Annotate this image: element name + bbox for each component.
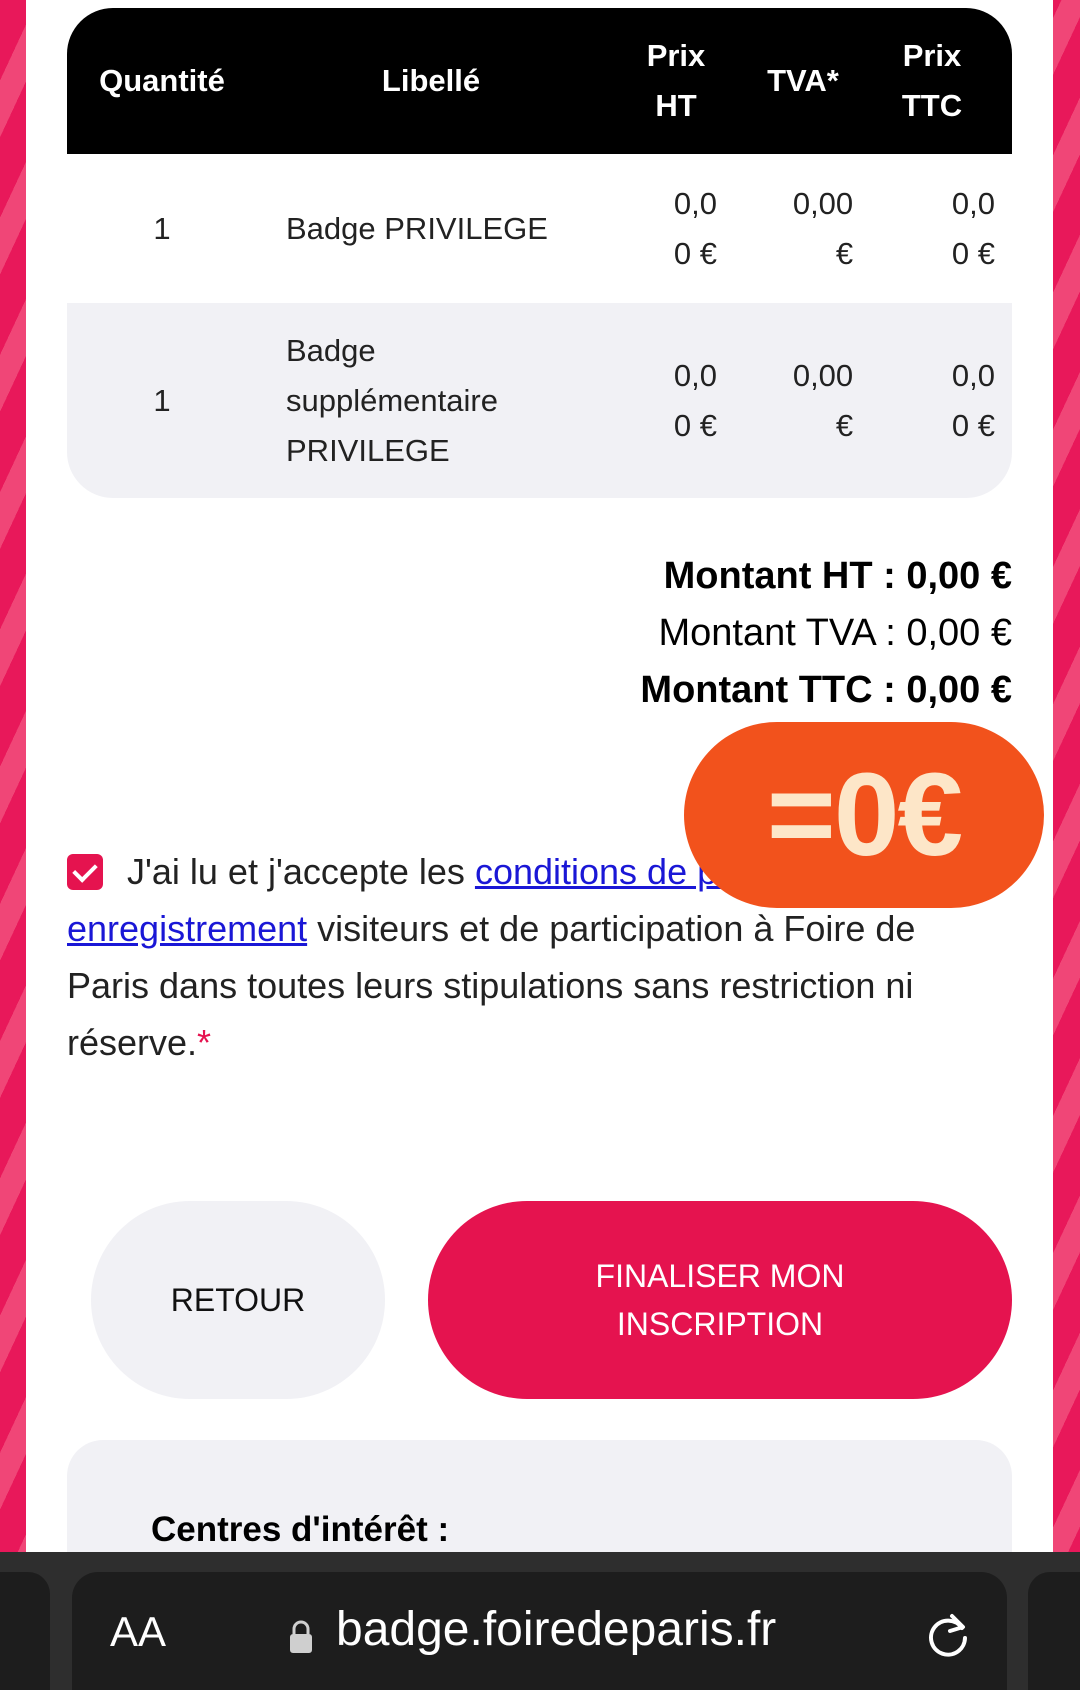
address-bar[interactable]: AA badge.foiredeparis.fr: [72, 1572, 1007, 1690]
required-mark: *: [197, 1022, 212, 1063]
header-tva: TVA*: [767, 63, 839, 98]
header-quantite: Quantité: [99, 63, 225, 98]
cell-libelle-line3: PRIVILEGE: [286, 432, 450, 468]
zero-euro-sticker: =0€: [684, 722, 1044, 908]
cell-tva: 0,00 €: [743, 303, 903, 498]
cell-libelle-line2: supplémentaire: [286, 382, 498, 418]
back-button[interactable]: RETOUR: [91, 1201, 385, 1399]
header-prix-ttc-line1: Prix: [902, 38, 962, 73]
cell-tva-line1: 0,00: [792, 357, 854, 393]
next-tab-edge[interactable]: [1028, 1572, 1080, 1690]
cell-prix-ttc-line1: 0,0: [951, 357, 995, 393]
cell-tva: 0,00 €: [743, 154, 903, 303]
total-ht: Montant HT : 0,00 €: [663, 555, 1012, 597]
header-libelle: Libellé: [381, 63, 481, 98]
header-prix-ht-line1: Prix: [646, 38, 706, 73]
cell-prix-ttc-line1: 0,0: [951, 185, 995, 221]
cell-prix-ttc-line2: 0 €: [951, 407, 995, 443]
cell-prix-ttc: 0,0 0 €: [915, 154, 995, 303]
cell-quantite: 1: [153, 210, 171, 246]
browser-toolbar: AA badge.foiredeparis.fr: [0, 1552, 1080, 1690]
interests-panel: Centres d'intérêt :: [67, 1440, 1012, 1552]
cell-prix-ht: 0,0 0 €: [645, 303, 717, 498]
cell-libelle: Badge PRIVILEGE: [286, 210, 548, 246]
cell-prix-ht-line2: 0 €: [673, 407, 717, 443]
totals: Montant HT : 0,00 € Montant TVA : 0,00 €…: [640, 548, 1012, 719]
cell-libelle: Badge supplémentaire PRIVILEGE: [286, 303, 576, 498]
header-prix-ttc-line2: TTC: [901, 88, 963, 123]
cell-prix-ht-line2: 0 €: [673, 235, 717, 271]
cell-libelle-line1: Badge: [286, 332, 376, 368]
reload-icon[interactable]: [922, 1610, 974, 1662]
order-table: Quantité Libellé Prix HT TVA* Prix TTC 1…: [67, 8, 1012, 498]
cell-prix-ttc-line2: 0 €: [951, 235, 995, 271]
page: Quantité Libellé Prix HT TVA* Prix TTC 1…: [26, 0, 1053, 1552]
total-ttc: Montant TTC : 0,00 €: [640, 669, 1012, 711]
cell-prix-ttc: 0,0 0 €: [915, 303, 995, 498]
total-tva: Montant TVA : 0,00 €: [658, 612, 1013, 654]
terms-checkbox[interactable]: [67, 854, 103, 890]
header-prix-ttc: Prix TTC: [867, 8, 997, 154]
cell-prix-ht-line1: 0,0: [673, 185, 717, 221]
cell-tva-line2: €: [835, 235, 854, 271]
lock-icon: [290, 1620, 312, 1653]
table-header: Quantité Libellé Prix HT TVA* Prix TTC: [67, 8, 1012, 154]
previous-tab-edge[interactable]: [0, 1572, 50, 1690]
finalize-label-line1: FINALISER MON: [595, 1258, 845, 1294]
url-text[interactable]: badge.foiredeparis.fr: [336, 1602, 776, 1657]
cell-tva-line1: 0,00: [792, 185, 854, 221]
cell-prix-ht: 0,0 0 €: [645, 154, 717, 303]
header-prix-ht-line2: HT: [655, 88, 697, 123]
table-row: 1 Badge supplémentaire PRIVILEGE 0,0 0 € …: [67, 303, 1012, 498]
cell-prix-ht-line1: 0,0: [673, 357, 717, 393]
finalize-registration-button[interactable]: FINALISER MON INSCRIPTION: [428, 1201, 1012, 1399]
interests-title: Centres d'intérêt :: [151, 1510, 450, 1549]
terms-text-before: J'ai lu et j'accepte les: [127, 851, 475, 892]
header-prix-ht: Prix HT: [631, 8, 721, 154]
cell-tva-line2: €: [835, 407, 854, 443]
text-size-button[interactable]: AA: [110, 1608, 166, 1656]
finalize-label-line2: INSCRIPTION: [616, 1306, 824, 1342]
cell-quantite: 1: [153, 382, 171, 418]
table-row: 1 Badge PRIVILEGE 0,0 0 € 0,00 € 0,0 0 €: [67, 154, 1012, 303]
